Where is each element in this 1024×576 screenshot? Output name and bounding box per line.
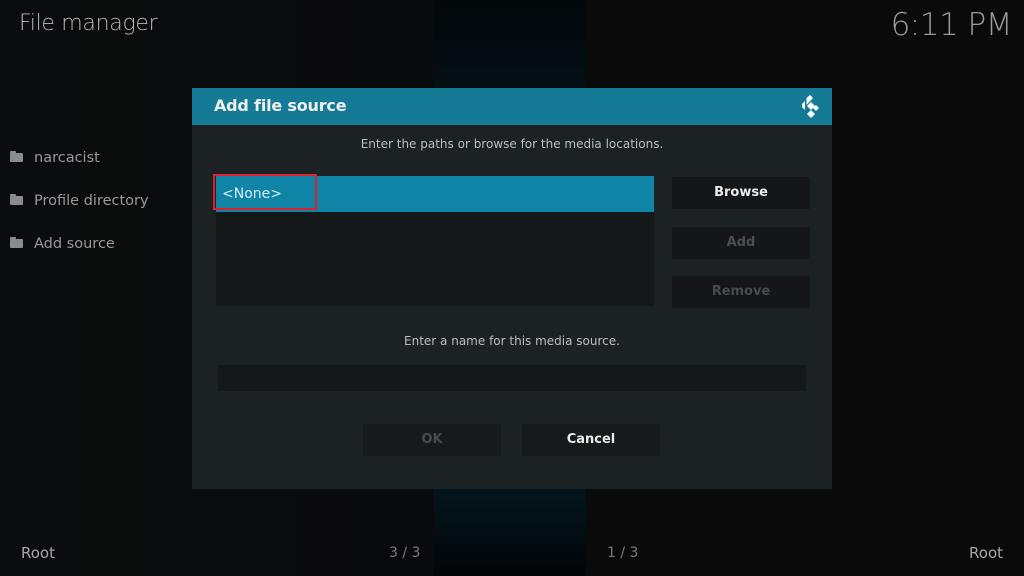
- browse-button[interactable]: Browse: [672, 177, 810, 209]
- source-list: narcacist Profile directory Add source: [10, 136, 149, 265]
- source-item-profile-directory[interactable]: Profile directory: [10, 179, 149, 222]
- source-item-narcacist[interactable]: narcacist: [10, 136, 149, 179]
- dialog-header: Add file source: [192, 88, 832, 125]
- footer-left-page-count: 3 / 3: [389, 545, 421, 561]
- dialog-title: Add file source: [214, 96, 347, 115]
- kodi-logo-icon: [802, 95, 819, 118]
- remove-button[interactable]: Remove: [672, 276, 810, 308]
- window-title: File manager: [19, 11, 158, 36]
- folder-icon: [10, 237, 23, 248]
- source-item-label: Profile directory: [34, 192, 149, 209]
- add-file-source-dialog: Add file source Enter the paths or brows…: [192, 88, 832, 489]
- ok-button[interactable]: OK: [363, 424, 501, 456]
- clock: 6:11 PM: [890, 7, 1013, 43]
- path-list[interactable]: <None>: [213, 174, 654, 306]
- footer-right-path: Root: [969, 544, 1003, 562]
- source-name-input[interactable]: [218, 365, 806, 391]
- source-item-add-source[interactable]: Add source: [10, 222, 149, 265]
- cancel-button[interactable]: Cancel: [522, 424, 660, 456]
- folder-icon: [10, 151, 23, 162]
- footer-right-page-count: 1 / 3: [607, 545, 639, 561]
- name-hint: Enter a name for this media source.: [404, 334, 620, 348]
- footer-left-path: Root: [21, 544, 55, 562]
- source-item-label: narcacist: [34, 149, 100, 166]
- folder-icon: [10, 194, 23, 205]
- paths-hint: Enter the paths or browse for the media …: [360, 137, 664, 151]
- source-item-label: Add source: [34, 235, 115, 252]
- path-row-none[interactable]: <None>: [213, 174, 654, 212]
- highlight-annotation: [213, 174, 317, 210]
- add-button[interactable]: Add: [672, 227, 810, 259]
